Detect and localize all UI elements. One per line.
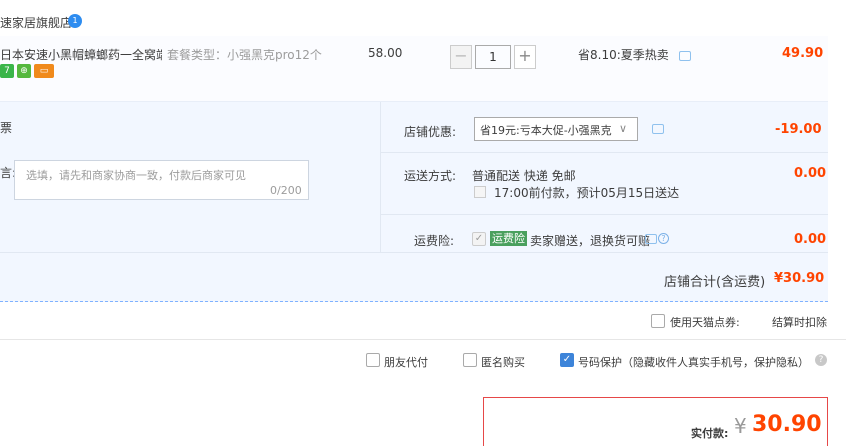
row-divider bbox=[0, 252, 828, 253]
shop-promo-label: 店铺优惠: bbox=[404, 125, 457, 139]
payment-amount: 30.90 bbox=[752, 412, 822, 437]
privacy-checkbox[interactable]: ✓ bbox=[560, 353, 574, 367]
shop-total-amount: ¥30.90 bbox=[774, 271, 825, 286]
insurance-checkbox[interactable]: ✓ bbox=[472, 232, 486, 246]
item-title[interactable]: 日本安速小黑帽蟑螂药一全窝端… bbox=[0, 46, 162, 63]
shipping-label: 运送方式: bbox=[404, 169, 457, 183]
unit-price: 58.00 bbox=[368, 46, 403, 60]
invoice-label: 票 bbox=[0, 121, 13, 135]
privacy-label[interactable]: 号码保护（隐藏收件人真实手机号，保护隐私） bbox=[578, 354, 809, 370]
anonymous-checkbox[interactable] bbox=[463, 353, 477, 367]
shop-header bbox=[0, 0, 846, 36]
chevron-down-icon: ∨ bbox=[619, 122, 628, 135]
shipping-methods: 普通配送 快递 免邮 bbox=[472, 169, 576, 183]
anonymous-label[interactable]: 匿名购买 bbox=[481, 354, 525, 370]
message-icon[interactable] bbox=[652, 124, 664, 134]
points-value: 结算时扣除 bbox=[772, 316, 827, 329]
friend-pay-checkbox[interactable] bbox=[366, 353, 380, 367]
item-badges: 7 ⊕ ▭ bbox=[0, 64, 54, 78]
item-discount: 省8.10:夏季热卖 bbox=[578, 46, 691, 63]
seven-day-return-icon: 7 bbox=[0, 64, 14, 78]
insurance-tag: 运费险 bbox=[490, 231, 527, 246]
friend-pay-label[interactable]: 朋友代付 bbox=[384, 354, 428, 370]
item-total: 49.90 bbox=[782, 46, 824, 61]
row-divider bbox=[381, 214, 828, 215]
shop-promo-selected: 省19元:亏本大促-小强黑克 bbox=[480, 124, 612, 137]
points-checkbox[interactable] bbox=[651, 314, 665, 328]
payment-label: 实付款: bbox=[691, 427, 729, 440]
quantity-stepper: − 1 + bbox=[450, 45, 536, 69]
message-icon[interactable] bbox=[645, 234, 657, 244]
row-divider bbox=[381, 152, 828, 153]
credit-card-icon: ▭ bbox=[34, 64, 54, 78]
shipping-amount: 0.00 bbox=[794, 166, 827, 181]
item-discount-text: 省8.10:夏季热卖 bbox=[578, 48, 669, 62]
note-placeholder: 选填，请先和商家协商一致，付款后商家可见 bbox=[26, 169, 246, 182]
question-icon[interactable]: ? bbox=[658, 233, 669, 244]
column-divider bbox=[380, 102, 381, 252]
wangwang-chat-icon[interactable]: 1 bbox=[68, 14, 82, 28]
points-label: 使用天猫点券: bbox=[670, 316, 740, 329]
insurance-label: 运费险: bbox=[414, 234, 455, 248]
note-char-count: 0/200 bbox=[270, 184, 302, 197]
shop-total-label: 店铺合计(含运费) bbox=[664, 275, 766, 290]
shop-name[interactable]: 速家居旗舰店 bbox=[0, 14, 72, 31]
quantity-input[interactable]: 1 bbox=[475, 45, 511, 69]
item-sku: 套餐类型：小强黑克pro12个 bbox=[167, 48, 322, 62]
payment-currency: ¥ bbox=[734, 414, 747, 438]
quantity-decrease-button[interactable]: − bbox=[450, 45, 472, 69]
help-icon[interactable]: ? bbox=[815, 354, 827, 366]
message-icon[interactable] bbox=[678, 50, 691, 61]
shipping-image-icon bbox=[474, 186, 486, 198]
shipping-eta: 17:00前付款，预计05月15日送达 bbox=[494, 186, 680, 200]
genuine-guarantee-icon: ⊕ bbox=[17, 64, 31, 78]
quantity-increase-button[interactable]: + bbox=[514, 45, 536, 69]
shop-promo-amount: -19.00 bbox=[775, 122, 822, 137]
insurance-amount: 0.00 bbox=[794, 232, 827, 247]
insurance-desc: 卖家赠送，退换货可赔 bbox=[530, 234, 651, 248]
